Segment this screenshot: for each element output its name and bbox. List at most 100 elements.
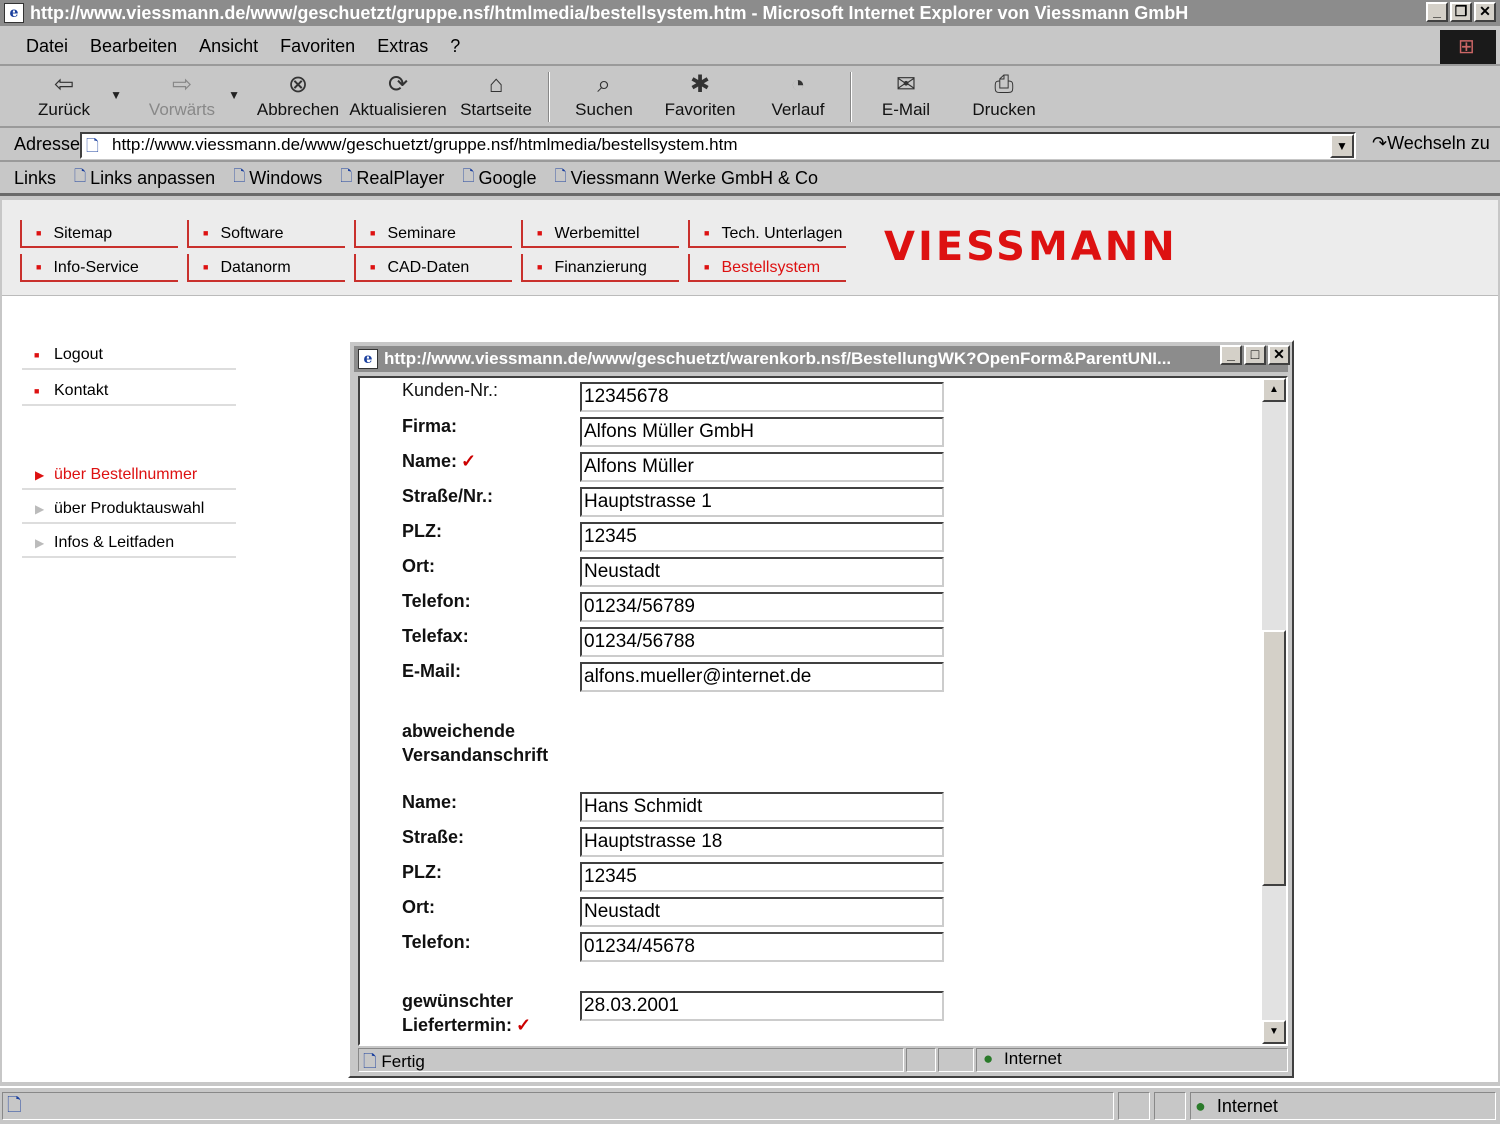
back-dropdown-icon[interactable]: ▼ [110,88,122,102]
nav-werbemittel[interactable]: Werbemittel [521,220,679,248]
shipping-name-label: Name: [402,792,458,812]
nav-tech-unterlagen[interactable]: Tech. Unterlagen [688,220,846,248]
stop-button[interactable]: ⊗ Abbrechen [250,70,346,124]
nav-datanorm[interactable]: Datanorm [187,254,345,282]
minimize-button[interactable]: _ [1426,2,1448,22]
nav-info-service[interactable]: Info-Service [20,254,178,282]
history-button[interactable]: ◔ Verlauf [750,70,846,124]
nav-finanzierung[interactable]: Finanzierung [521,254,679,282]
mail-button[interactable]: ✉ E-Mail [858,70,954,124]
nav-sitemap[interactable]: Sitemap [20,220,178,248]
delivery-label-line1: gewünschter [402,991,514,1011]
link-google[interactable]: 🗋 Google [462,166,536,191]
maximize-button[interactable]: ❐ [1450,2,1472,22]
section-heading-line1: abweichende [402,721,516,741]
firma-field[interactable]: Alfons Müller GmbH [580,417,944,447]
page-icon: 🗋 [462,168,475,185]
name-label-row: Name: ✓ [402,451,477,471]
ort-field[interactable]: Neustadt [580,557,944,587]
popup-maximize-button[interactable]: □ [1244,345,1266,365]
telefon-field[interactable]: 01234/56789 [580,592,944,622]
kundennr-field[interactable]: 12345678 [580,382,944,412]
sidebar-item-logout[interactable]: ■ Logout [22,342,236,370]
popup-close-button[interactable]: ✕ [1268,345,1290,365]
nav-software[interactable]: Software [187,220,345,248]
scroll-down-button[interactable]: ▼ [1262,1020,1286,1044]
page-icon: 🗋 [554,168,567,185]
menu-favoriten[interactable]: Favoriten [280,36,355,57]
name-field[interactable]: Alfons Müller [580,452,944,482]
go-button[interactable]: ↷Wechseln zu [1372,133,1490,154]
strasse-label: Straße/Nr.: [402,486,494,506]
page-icon: 🗋 [7,1095,22,1115]
shipping-ort-label: Ort: [402,897,435,917]
shipping-plz-field[interactable]: 12345 [580,862,944,892]
sidebar-item-ueber-produktauswahl[interactable]: ▶ über Produktauswahl [22,496,236,524]
status-cell [1154,1092,1186,1120]
address-input[interactable]: 🗋 http://www.viessmann.de/www/geschuetzt… [80,132,1356,159]
popup-minimize-button[interactable]: _ [1220,345,1242,365]
ort-label: Ort: [402,556,435,576]
email-label: E-Mail: [402,661,462,681]
scroll-thumb[interactable] [1262,630,1286,886]
globe-icon: ● [983,1049,994,1068]
telefax-label: Telefax: [402,626,469,646]
menu-bearbeiten[interactable]: Bearbeiten [90,36,177,57]
shipping-name-field[interactable]: Hans Schmidt [580,792,944,822]
stop-icon: ⊗ [287,71,309,98]
strasse-field[interactable]: Hauptstrasse 1 [580,487,944,517]
delivery-date-field[interactable]: 28.03.2001 [580,991,944,1021]
close-button[interactable]: ✕ [1474,2,1496,22]
vertical-scrollbar[interactable]: ▲ ▼ [1262,378,1286,1044]
menu-extras[interactable]: Extras [377,36,428,57]
sidebar-item-kontakt[interactable]: ■ Kontakt [22,378,236,406]
home-button[interactable]: ⌂ Startseite [448,70,544,124]
menu-datei[interactable]: Datei [26,36,68,57]
status-cell [906,1048,936,1072]
links-label: Links [14,168,57,188]
shipping-telefon-field[interactable]: 01234/45678 [580,932,944,962]
status-cell [1118,1092,1150,1120]
menu-ansicht[interactable]: Ansicht [199,36,258,57]
link-windows[interactable]: 🗋 Windows [233,166,322,191]
email-field[interactable]: alfons.mueller@internet.de [580,662,944,692]
viessmann-logo[interactable]: VIESSMANN [884,224,1178,270]
shipping-ort-field[interactable]: Neustadt [580,897,944,927]
toolbar-separator [850,72,852,122]
print-button[interactable]: ⎙ Drucken [956,70,1052,124]
popup-zone-cell: ● Internet [976,1048,1288,1072]
favorites-button[interactable]: ✱ Favoriten [652,70,748,124]
page-icon: 🗋 [74,168,87,185]
toolbar-separator [548,72,550,122]
link-realplayer[interactable]: 🗋 RealPlayer [340,166,444,191]
shipping-strasse-field[interactable]: Hauptstrasse 18 [580,827,944,857]
nav-cad-daten[interactable]: CAD-Daten [354,254,512,282]
forward-button[interactable]: ⇨ Vorwärts ▼ [134,70,240,124]
link-viessmann[interactable]: 🗋 Viessmann Werke GmbH & Co [555,166,818,191]
ie-icon: e [4,3,24,23]
required-check-icon: ✓ [461,451,477,471]
search-button[interactable]: ⌕ Suchen [556,70,652,124]
popup-zone-text: Internet [1004,1049,1062,1068]
delivery-label-line2: Liefertermin: ✓ [402,1015,532,1035]
nav-bestellsystem[interactable]: Bestellsystem [688,254,846,282]
popup-title: http://www.viessmann.de/www/geschuetzt/w… [384,349,1172,368]
ie-icon: e [358,349,378,369]
link-links-anpassen[interactable]: 🗋 Links anpassen [74,166,215,191]
menu-help[interactable]: ? [450,36,460,57]
refresh-button[interactable]: ⟳ Aktualisieren [348,70,448,124]
plz-field[interactable]: 12345 [580,522,944,552]
address-dropdown-button[interactable]: ▼ [1330,134,1354,158]
shipping-strasse-label: Straße: [402,827,465,847]
required-check-icon: ✓ [516,1015,532,1035]
page-icon: 🗋 [86,138,99,155]
back-button[interactable]: ⇦ Zurück ▼ [16,70,122,124]
nav-seminare[interactable]: Seminare [354,220,512,248]
status-cell [938,1048,974,1072]
sidebar-item-ueber-bestellnummer[interactable]: ▶ über Bestellnummer [22,462,236,490]
telefax-field[interactable]: 01234/56788 [580,627,944,657]
triangle-icon: ▶ [35,536,45,550]
scroll-up-button[interactable]: ▲ [1262,378,1286,402]
sidebar-item-infos-leitfaden[interactable]: ▶ Infos & Leitfaden [22,530,236,558]
forward-dropdown-icon[interactable]: ▼ [228,88,240,102]
